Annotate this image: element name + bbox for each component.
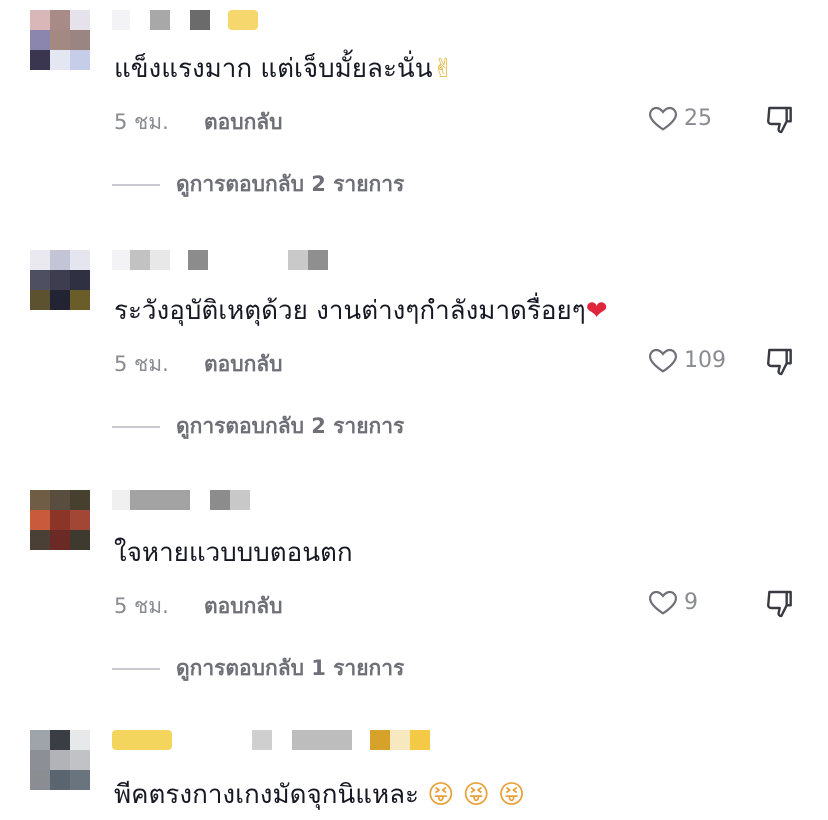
reply-button[interactable]: ตอบกลับ (204, 106, 283, 139)
heart-icon (649, 106, 677, 131)
tongue-emoji: 😝 😝 😝 (427, 780, 526, 810)
view-replies-label: ดูการตอบกลับ 2 รายการ (176, 414, 405, 438)
like-count: 25 (684, 105, 712, 131)
divider-line (112, 183, 160, 186)
avatar[interactable] (30, 250, 90, 310)
dislike-icon[interactable] (764, 104, 796, 136)
dislike-icon[interactable] (764, 588, 796, 620)
username-redacted[interactable] (112, 10, 258, 32)
victory-hand-emoji: ✌ (432, 54, 455, 84)
view-replies-label: ดูการตอบกลับ 2 รายการ (176, 172, 405, 196)
comment-text: พีคตรงกางเกงมัดจุกนิแหละ 😝 😝 😝 (114, 780, 526, 810)
comment-time: 5 ชม. (114, 110, 169, 134)
like-count: 9 (684, 589, 698, 615)
divider-line (112, 425, 160, 428)
reply-button[interactable]: ตอบกลับ (204, 590, 283, 623)
comment-text: ใจหายแวบบบตอนตก (114, 538, 353, 568)
heart-icon (649, 590, 677, 615)
comment-list: { "comments": [ { "text": "แข็งแรงมาก แต… (0, 0, 828, 820)
comment-text: ระวังอุบัติเหตุด้วย งานต่างๆกำลังมาดรื่อ… (114, 296, 608, 326)
like-button[interactable]: 109 (646, 344, 726, 376)
username-redacted[interactable] (112, 730, 430, 752)
comment-item: ใจหายแวบบบตอนตก 5 ชม. ตอบกลับ 9 ดูการตอบ… (0, 470, 828, 710)
comment-item: พีคตรงกางเกงมัดจุกนิแหละ 😝 😝 😝 (0, 710, 828, 820)
red-heart-emoji: ❤ (585, 296, 608, 326)
reply-button[interactable]: ตอบกลับ (204, 348, 283, 381)
comment-meta: 5 ชม. ตอบกลับ (114, 590, 283, 623)
heart-icon (649, 348, 677, 373)
view-replies[interactable]: ดูการตอบกลับ 2 รายการ (112, 410, 404, 443)
comment-text: แข็งแรงมาก แต่เจ็บมั้ยละนั่น✌ (114, 54, 455, 84)
comment-item: ระวังอุบัติเหตุด้วย งานต่างๆกำลังมาดรื่อ… (0, 230, 828, 470)
avatar[interactable] (30, 490, 90, 550)
view-replies[interactable]: ดูการตอบกลับ 2 รายการ (112, 168, 404, 201)
username-redacted[interactable] (112, 250, 328, 272)
dislike-icon[interactable] (764, 346, 796, 378)
comment-time: 5 ชม. (114, 352, 169, 376)
comment-meta: 5 ชม. ตอบกลับ (114, 106, 283, 139)
view-replies-label: ดูการตอบกลับ 1 รายการ (176, 656, 405, 680)
avatar[interactable] (30, 730, 90, 790)
like-button[interactable]: 9 (646, 586, 698, 618)
comment-time: 5 ชม. (114, 594, 169, 618)
like-button[interactable]: 25 (646, 102, 712, 134)
avatar[interactable] (30, 10, 90, 70)
view-replies[interactable]: ดูการตอบกลับ 1 รายการ (112, 652, 404, 685)
comment-item: แข็งแรงมาก แต่เจ็บมั้ยละนั่น✌ 5 ชม. ตอบก… (0, 0, 828, 230)
comment-meta: 5 ชม. ตอบกลับ (114, 348, 283, 381)
divider-line (112, 667, 160, 670)
like-count: 109 (684, 347, 726, 373)
username-redacted[interactable] (112, 490, 250, 512)
